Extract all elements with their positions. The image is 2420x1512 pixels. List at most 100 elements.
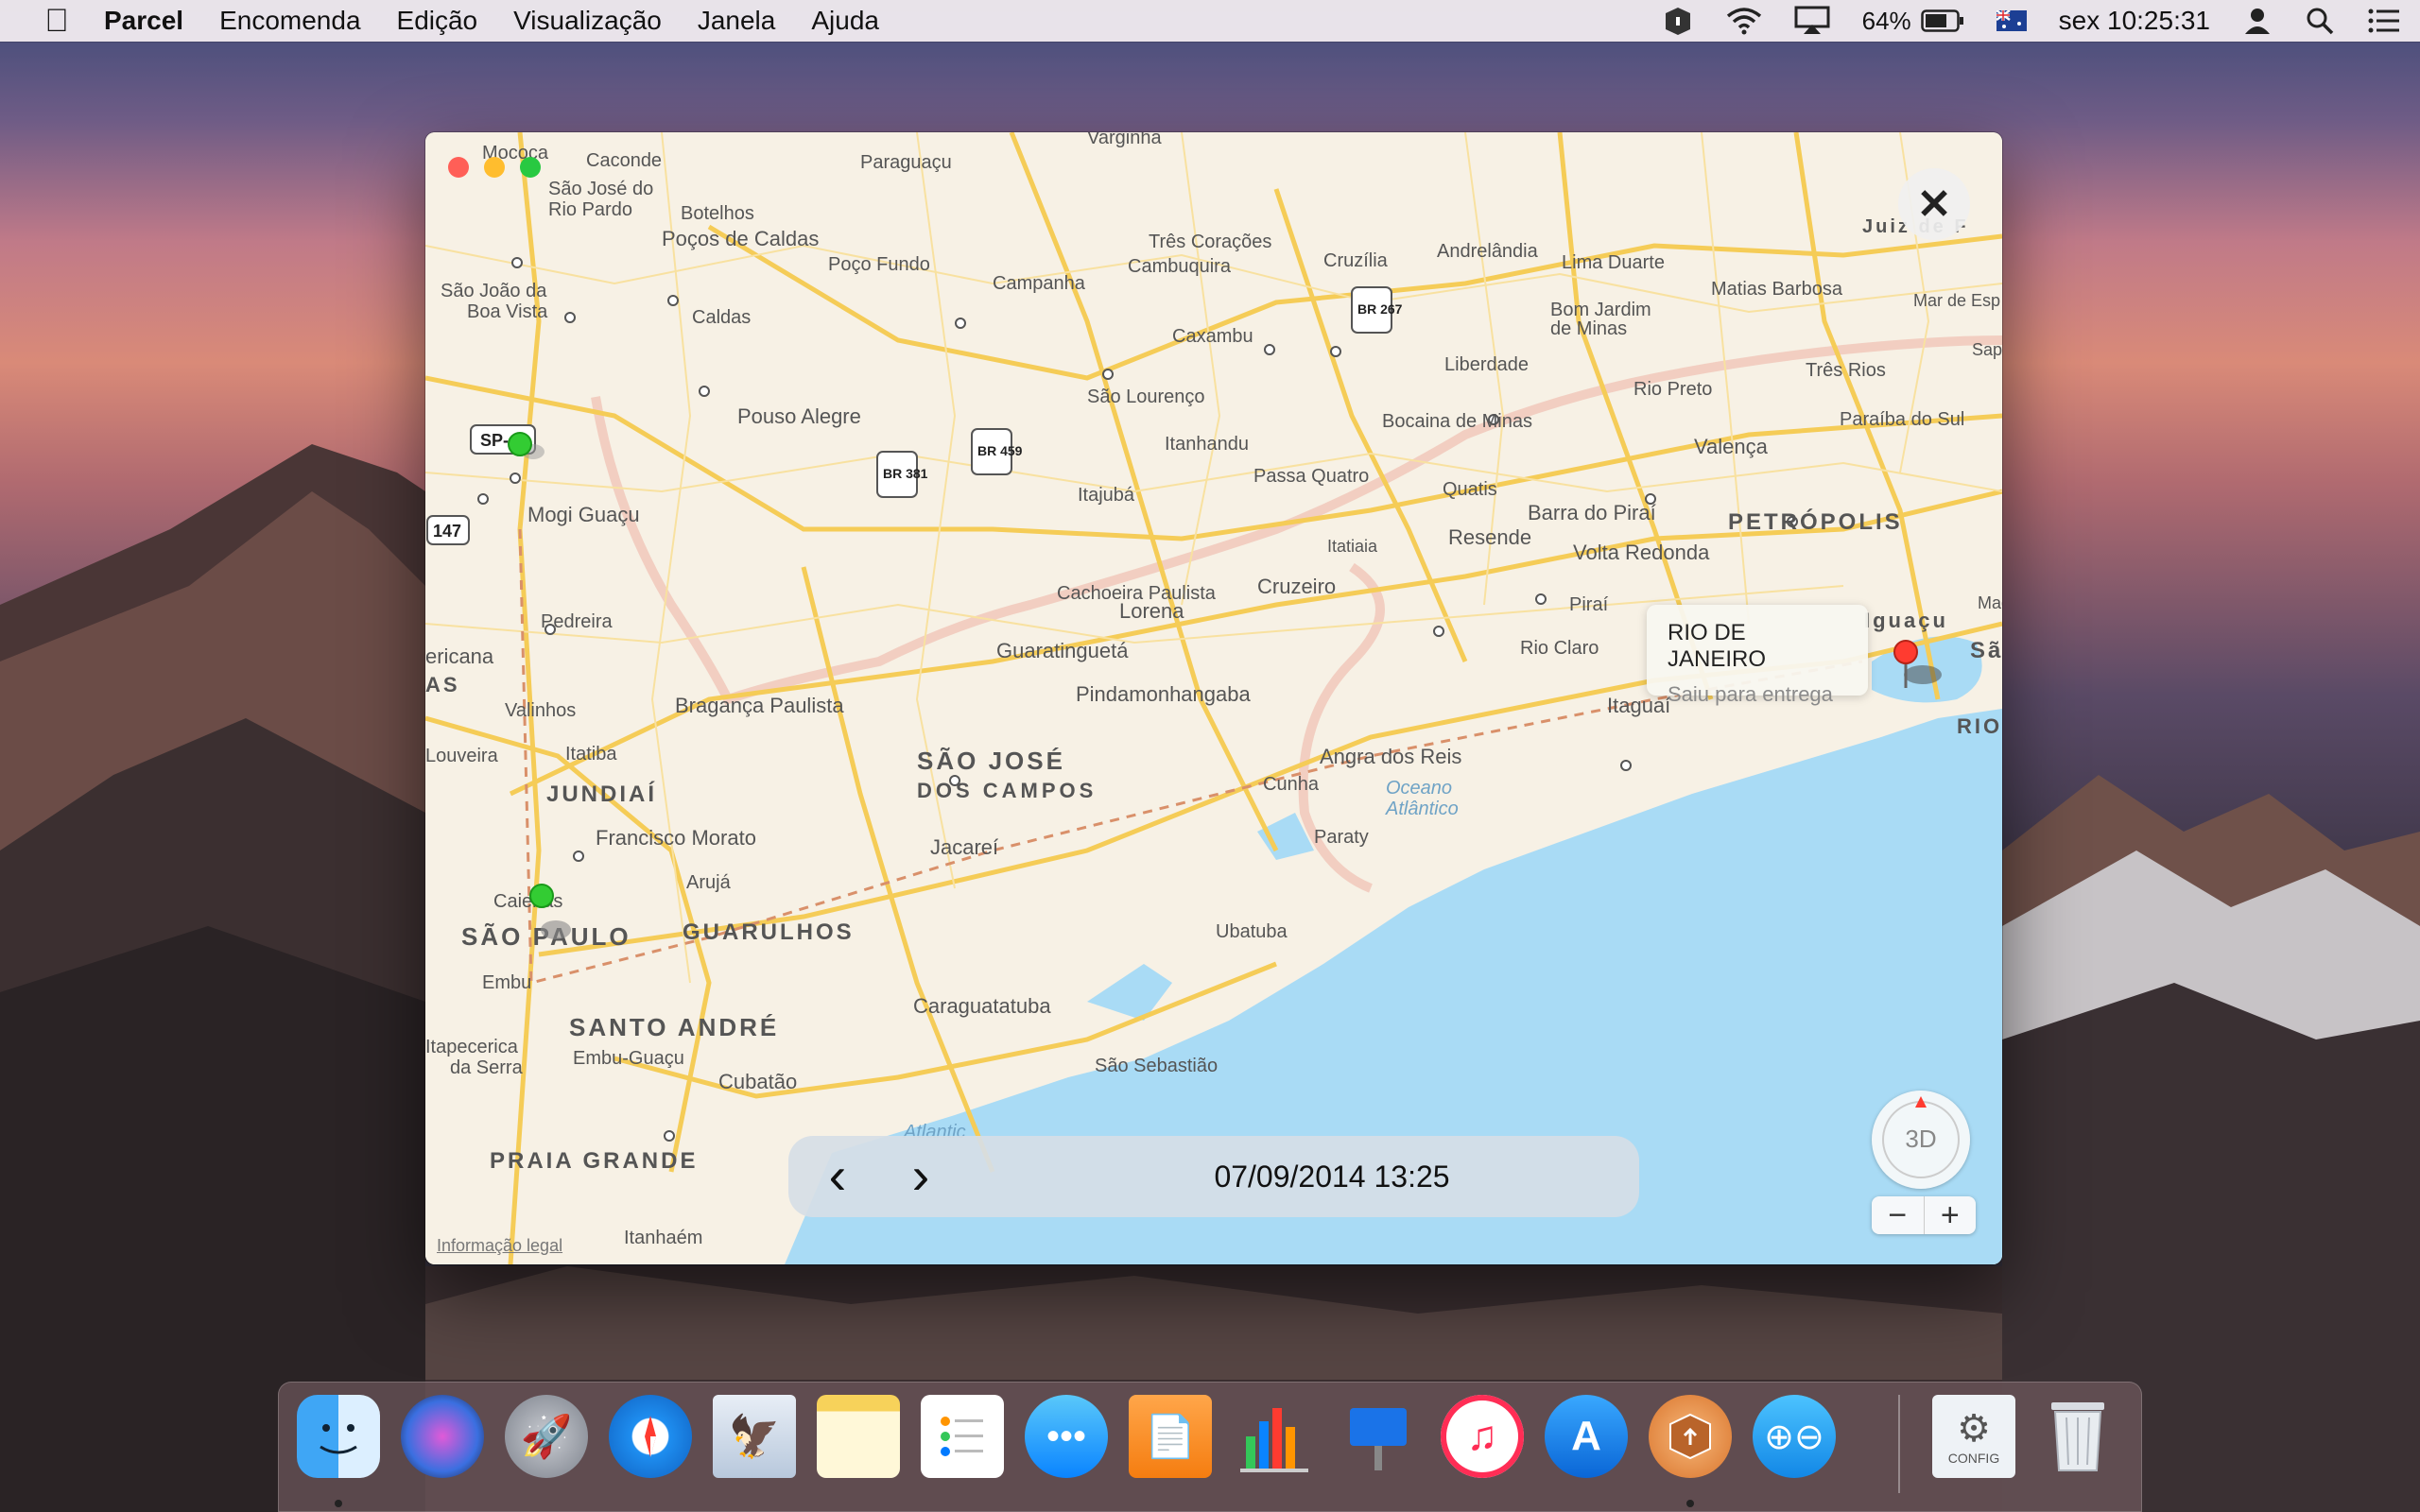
map-label: Valinhos <box>505 700 576 721</box>
map-label: da Serra <box>450 1057 524 1078</box>
map-label: Atlântico <box>1385 799 1459 819</box>
map-label: AS <box>425 673 460 696</box>
map-label: Embu <box>482 972 531 993</box>
map-label: Jacareí <box>930 835 998 859</box>
map-label: Botelhos <box>681 203 754 224</box>
running-indicator <box>1686 1500 1694 1507</box>
notes-icon[interactable] <box>817 1395 900 1478</box>
map-label: Caraguatatuba <box>913 994 1051 1018</box>
map-label: Itatiba <box>565 744 617 765</box>
map-label: Rio Claro <box>1520 638 1599 659</box>
compass-3d-button[interactable]: 3D <box>1872 1091 1970 1189</box>
dock: 🚀 🦅 ••• 📄 ♫ A ⊕⊖ ⚙ CONFIG <box>278 1382 2142 1512</box>
map-label: Poço Fundo <box>828 254 930 275</box>
map-label: Três Corações <box>1149 232 1271 252</box>
map-label: Cruzeiro <box>1257 575 1336 598</box>
mail-icon[interactable]: 🦅 <box>713 1395 796 1478</box>
map-label: SÃO JOSÉ <box>917 747 1065 775</box>
screen-sharing-icon[interactable]: ⊕⊖ <box>1753 1395 1836 1478</box>
map-label: Itajubá <box>1078 485 1135 506</box>
safari-icon[interactable] <box>609 1395 692 1478</box>
timeline-navigator: ‹ › 07/09/2014 13:25 <box>788 1136 1639 1217</box>
map-label: São João da <box>441 281 547 301</box>
checkpoint-pin-green[interactable] <box>508 432 532 456</box>
window-close-button[interactable] <box>448 157 469 178</box>
legal-info-link[interactable]: Informação legal <box>437 1236 562 1256</box>
map-label: Oceano <box>1386 778 1452 799</box>
map-label: Pindamonhangaba <box>1076 682 1251 706</box>
parcel-icon[interactable] <box>1649 1395 1732 1478</box>
config-label: CONFIG <box>1947 1451 2000 1466</box>
next-event-button[interactable]: › <box>892 1147 949 1204</box>
map-label: São Sebastião <box>1095 1056 1218 1076</box>
map-label: Cruzília <box>1323 250 1389 271</box>
map-label: Caconde <box>586 150 662 171</box>
map-label: Guaratinguetá <box>996 639 1129 662</box>
map-label: Paraty <box>1314 827 1369 848</box>
finder-icon[interactable] <box>297 1395 380 1478</box>
map-label: Matias Barbosa <box>1711 279 1843 300</box>
map-label: Iguaçu <box>1864 609 1948 632</box>
zoom-out-button[interactable]: − <box>1872 1196 1924 1234</box>
map-label: Cambuquira <box>1128 256 1232 277</box>
map-label: Caldas <box>692 307 751 328</box>
map-label: Pedreira <box>541 611 613 632</box>
dock-separator <box>1898 1395 1900 1493</box>
map-label: Valença <box>1694 435 1769 458</box>
siri-icon[interactable] <box>401 1395 484 1478</box>
window-zoom-button[interactable] <box>520 157 541 178</box>
chevron-right-icon: › <box>911 1145 930 1205</box>
map-label: ericana <box>425 644 494 668</box>
map-label: Cunha <box>1263 774 1320 795</box>
messages-icon[interactable]: ••• <box>1025 1395 1108 1478</box>
destination-pin-red[interactable] <box>1893 640 1918 664</box>
close-map-button[interactable]: ✕ <box>1898 168 1970 240</box>
highway-shield-br267: BR 267 <box>1357 301 1403 317</box>
app-store-icon[interactable]: A <box>1545 1395 1628 1478</box>
map-label: JUNDIAÍ <box>546 781 657 807</box>
pages-icon[interactable]: 📄 <box>1129 1395 1212 1478</box>
map-label: Angra dos Reis <box>1320 745 1461 768</box>
config-icon[interactable]: ⚙ CONFIG <box>1932 1395 2015 1478</box>
close-icon: ✕ <box>1916 180 1952 228</box>
map-label: GUARULHOS <box>683 919 855 945</box>
map-label: São José do <box>548 179 653 199</box>
map-label: Andrelândia <box>1437 241 1539 262</box>
previous-event-button[interactable]: ‹ <box>809 1147 866 1204</box>
map-label: SANTO ANDRÉ <box>569 1013 779 1041</box>
itunes-icon[interactable]: ♫ <box>1441 1395 1524 1478</box>
map-label: PETRÓPOLIS <box>1728 508 1903 535</box>
map-label: Piraí <box>1569 594 1609 615</box>
map-label: Barra do Piraí <box>1528 501 1656 524</box>
map-label: DOS CAMPOS <box>917 779 1097 802</box>
map-label: Lorena <box>1119 599 1184 623</box>
map-label: Sap <box>1972 340 2002 359</box>
map-label: Liberdade <box>1444 354 1529 375</box>
reminders-icon[interactable] <box>921 1395 1004 1478</box>
map-label: Ubatuba <box>1216 921 1288 942</box>
highway-shield-br459: BR 459 <box>977 443 1023 458</box>
map-label: Cubatão <box>718 1070 797 1093</box>
window-minimize-button[interactable] <box>484 157 505 178</box>
highway-shield-sp: SP- <box>480 431 509 450</box>
zoom-control: − + <box>1872 1196 1976 1234</box>
map-label: Louveira <box>425 746 499 766</box>
keynote-icon[interactable] <box>1337 1395 1420 1478</box>
map-label: Campanha <box>993 273 1086 294</box>
map-label: Rio Preto <box>1634 379 1712 400</box>
checkpoint-pin-green[interactable] <box>529 884 554 908</box>
map-label: Lima Duarte <box>1562 252 1665 273</box>
numbers-icon[interactable] <box>1233 1395 1316 1478</box>
map-label: RIO DE <box>1957 714 2002 738</box>
map-label: Poços de Caldas <box>662 227 819 250</box>
map-label: Resende <box>1448 525 1531 549</box>
map-label: de Minas <box>1550 318 1627 339</box>
location-callout[interactable]: RIO DE JANEIRO Saiu para entrega <box>1647 605 1868 706</box>
callout-subtitle: Saiu para entrega <box>1668 682 1833 706</box>
map-label: Itanhandu <box>1165 434 1249 455</box>
map-label: Mar de Esp <box>1913 291 2000 310</box>
zoom-in-button[interactable]: + <box>1923 1196 1977 1234</box>
map-label: Bocaina de Minas <box>1382 411 1532 432</box>
trash-icon[interactable] <box>2036 1395 2119 1478</box>
launchpad-icon[interactable]: 🚀 <box>505 1395 588 1478</box>
